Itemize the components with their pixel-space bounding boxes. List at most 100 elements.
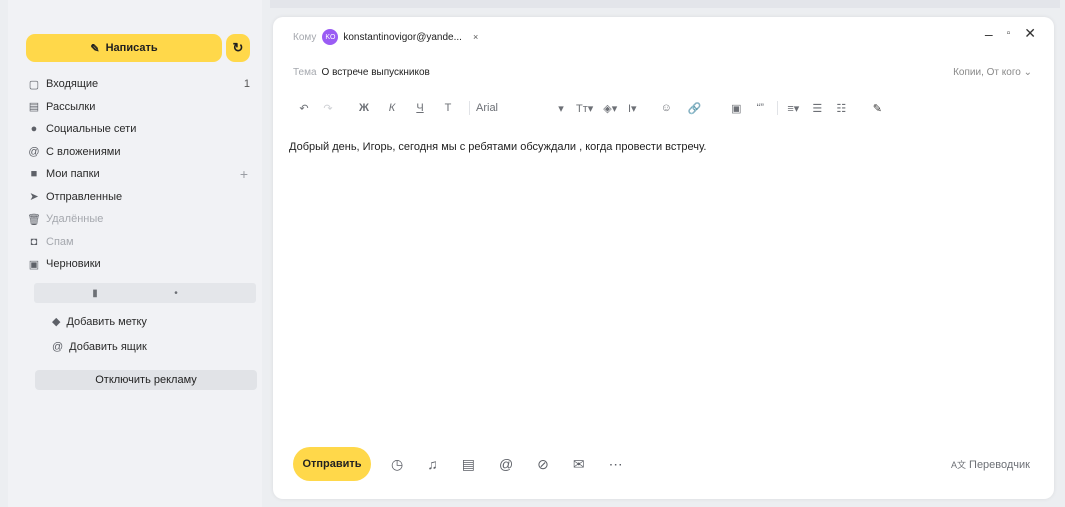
font-select-chevron-icon[interactable]: ▾ [554, 102, 568, 115]
font-family-select[interactable]: Arial [476, 102, 498, 114]
minimize-icon[interactable]: – [985, 26, 993, 42]
subject-value: О встрече выпускников [321, 67, 430, 78]
more-icon[interactable]: ⋯ [609, 456, 623, 473]
toolbar-divider [777, 101, 779, 115]
label-strip[interactable]: ▮ • [34, 283, 256, 303]
nav-item-newsletters[interactable]: ▤ Рассылки [26, 96, 252, 119]
send-button[interactable]: Отправить [293, 447, 371, 481]
nav-item-label: Черновики [46, 258, 101, 271]
bold-icon[interactable]: Ж [357, 102, 371, 114]
nav-item-label: Входящие [46, 78, 99, 91]
send-button-label: Отправить [302, 458, 362, 470]
nav-item-label: Мои папки [46, 168, 100, 181]
translator-label: Переводчик [969, 458, 1030, 471]
nav-item-label: Отправленные [46, 190, 123, 203]
attach-icon[interactable]: @ [499, 456, 513, 472]
add-label-text: Добавить метку [66, 315, 147, 328]
nav-item-attachments[interactable]: @ С вложениями [26, 141, 252, 164]
quote-icon[interactable]: “” [753, 102, 767, 114]
nav-item-label: Социальные сети [46, 123, 137, 136]
template-icon[interactable]: ▤ [462, 456, 475, 473]
compose-window: Кому KO konstantinovigor@yande... × – ▫ … [273, 17, 1054, 499]
subject-label: Тема [293, 67, 317, 78]
newsletter-icon: ▤ [28, 101, 40, 114]
add-label-link[interactable]: ◆ Добавить метку [52, 315, 147, 329]
nav-item-label: Спам [46, 235, 74, 248]
nav-item-label: С вложениями [46, 145, 121, 158]
compose-footer: Отправить ◷ ♫ ▤ @ ⊘ ✉ ⋯ [293, 447, 623, 481]
link-icon[interactable]: 🔗 [687, 102, 701, 115]
compose-button-label: Написать [105, 42, 158, 54]
bookmark-icon: ▮ [92, 287, 98, 299]
image-icon[interactable]: ▣ [729, 102, 743, 115]
paperclip-icon: @ [28, 145, 40, 158]
compose-row: ✎ Написать ↻ [26, 34, 250, 62]
nav-item-spam[interactable]: ◘ Спам [26, 231, 252, 254]
dot-icon: • [174, 287, 178, 299]
chevron-down-icon: ⌄ [1023, 67, 1032, 78]
recipient-chip[interactable]: KO konstantinovigor@yande... × [322, 29, 478, 45]
recipient-email: konstantinovigor@yande... [343, 31, 462, 43]
numbered-list-icon[interactable]: ☰ [810, 102, 824, 115]
inbox-icon: ▢ [28, 78, 40, 91]
strikethrough-icon[interactable]: Т [441, 102, 455, 114]
bullet-list-icon[interactable]: ☷ [834, 102, 848, 115]
footer-actions: ◷ ♫ ▤ @ ⊘ ✉ ⋯ [391, 456, 623, 473]
clock-icon[interactable]: ◷ [391, 456, 403, 473]
sent-icon: ➤ [29, 191, 39, 204]
toolbar-divider [469, 101, 470, 115]
folder-nav: ▢ Входящие 1 ▤ Рассылки ● Социальные сет… [26, 73, 252, 276]
window-controls: – ▫ ✕ [985, 25, 1036, 42]
underline-icon[interactable]: Ч [413, 102, 427, 114]
remove-recipient-icon[interactable]: × [473, 32, 478, 42]
maximize-icon[interactable]: ▫ [1007, 28, 1011, 39]
nav-item-label: Рассылки [46, 100, 96, 113]
social-icon: ● [30, 123, 38, 136]
nav-item-social[interactable]: ● Социальные сети [26, 118, 252, 141]
avatar: KO [322, 29, 339, 45]
format-toolbar: ↶ ↷ Ж К Ч Т Arial ▾ Tт▾ ◈▾ I▾ ☺ 🔗 ▣ “” ≡… [297, 101, 884, 115]
add-folder-button[interactable]: + [240, 166, 252, 182]
top-strip [270, 0, 1060, 8]
compose-button[interactable]: ✎ Написать [26, 34, 222, 62]
tag-icon: ◆ [52, 316, 61, 328]
disable-ads-label: Отключить рекламу [95, 374, 197, 386]
refresh-icon: ↻ [232, 40, 244, 55]
disk-attach-icon[interactable]: ⊘ [537, 456, 549, 473]
add-mailbox-text: Добавить ящик [69, 341, 147, 353]
redo-icon[interactable]: ↷ [321, 102, 335, 115]
copies-label: Копии, От кого [953, 67, 1021, 78]
nav-item-my-folders[interactable]: ■ Мои папки + [26, 163, 252, 186]
translator-button[interactable]: A文 Переводчик [951, 458, 1030, 471]
copies-from-toggle[interactable]: Копии, От кого ⌄ [953, 67, 1032, 78]
drafts-icon: ▣ [28, 258, 40, 271]
nav-item-count: 1 [243, 78, 250, 91]
emoji-icon[interactable]: ☺ [659, 102, 673, 114]
subject-row[interactable]: Тема О встрече выпускников [293, 67, 430, 78]
refresh-button[interactable]: ↻ [226, 34, 250, 62]
align-icon[interactable]: ≡▾ [786, 102, 800, 115]
nav-item-sent[interactable]: ➤ Отправленные [26, 186, 252, 209]
bell-icon[interactable]: ♫ [427, 456, 438, 472]
message-body[interactable]: Добрый день, Игорь, сегодня мы с ребятам… [289, 141, 707, 153]
italic-icon[interactable]: К [385, 102, 399, 114]
disable-ads-button[interactable]: Отключить рекламу [35, 370, 257, 390]
nav-item-deleted[interactable]: 🗑 Удалённые [26, 208, 252, 231]
translate-icon: A文 [951, 460, 967, 470]
to-row: Кому KO konstantinovigor@yande... × [293, 29, 478, 45]
text-color-icon[interactable]: I▾ [625, 102, 639, 115]
folder-icon: ■ [30, 168, 38, 181]
undo-icon[interactable]: ↶ [297, 102, 311, 115]
nav-item-label: Удалённые [46, 213, 104, 226]
envelope-icon[interactable]: ✉ [573, 456, 585, 473]
nav-item-inbox[interactable]: ▢ Входящие 1 [26, 73, 252, 96]
clear-format-icon[interactable]: ✎ [870, 102, 884, 115]
text-size-icon[interactable]: Tт▾ [576, 102, 593, 115]
at-icon: @ [52, 341, 64, 353]
fill-color-icon[interactable]: ◈▾ [603, 102, 617, 115]
to-label: Кому [293, 31, 317, 43]
add-mailbox-link[interactable]: @ Добавить ящик [52, 341, 147, 353]
pencil-icon: ✎ [90, 42, 100, 55]
nav-item-drafts[interactable]: ▣ Черновики [26, 253, 252, 276]
close-icon[interactable]: ✕ [1024, 25, 1036, 42]
